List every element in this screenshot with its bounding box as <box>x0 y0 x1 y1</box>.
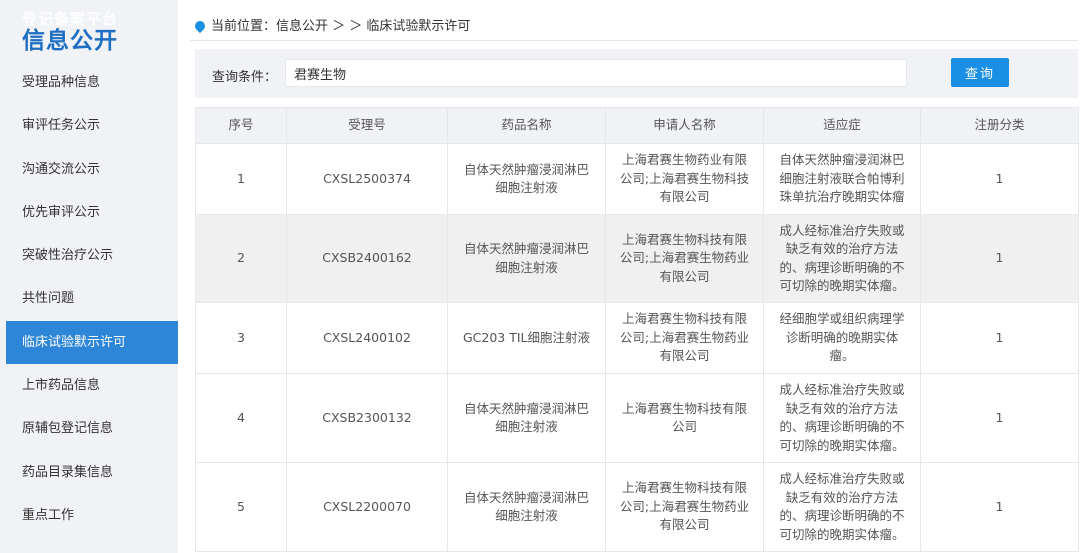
table-row: 2 CXSB2400162 自体天然肿瘤浸润淋巴细胞注射液 上海君赛生物科技有限… <box>195 214 1079 303</box>
cell-applicant: 上海君赛生物药业有限公司;上海君赛生物科技有限公司 <box>605 143 764 215</box>
sidebar-title: 信息公开 <box>22 28 118 54</box>
sidebar-item-drug-catalog[interactable]: 药品目录集信息 <box>0 451 178 494</box>
cell-no: 3 <box>195 302 287 374</box>
sidebar-item-key-work[interactable]: 重点工作 <box>0 494 178 537</box>
cell-category: 1 <box>920 214 1079 303</box>
cell-accept-no: CXSL2400102 <box>286 302 448 374</box>
column-header-category: 注册分类 <box>920 107 1079 144</box>
sidebar: 登记备案平台 信息公开 受理品种信息 审评任务公示 沟通交流公示 优先审评公示 … <box>0 0 178 553</box>
cell-category: 1 <box>920 373 1079 463</box>
search-bar: 查询条件： 查询 <box>195 49 1078 98</box>
column-header-drug-name: 药品名称 <box>447 107 606 144</box>
cell-no: 5 <box>195 462 287 552</box>
cell-category: 1 <box>920 462 1079 552</box>
column-header-indication: 适应症 <box>763 107 921 144</box>
sidebar-item-priority-review[interactable]: 优先审评公示 <box>0 191 178 234</box>
cell-indication: 成人经标准治疗失败或缺乏有效的治疗方法的、病理诊断明确的不可切除的晚期实体瘤。 <box>763 373 921 463</box>
table-row: 5 CXSL2200070 自体天然肿瘤浸润淋巴细胞注射液 上海君赛生物科技有限… <box>195 462 1079 552</box>
table-header-row: 序号 受理号 药品名称 申请人名称 适应症 注册分类 <box>195 107 1079 144</box>
table-row: 1 CXSL2500374 自体天然肿瘤浸润淋巴细胞注射液 上海君赛生物药业有限… <box>195 143 1079 215</box>
cell-accept-no: CXSL2200070 <box>286 462 448 552</box>
cell-no: 2 <box>195 214 287 303</box>
search-button[interactable]: 查询 <box>951 58 1009 87</box>
cell-applicant: 上海君赛生物科技有限公司;上海君赛生物药业有限公司 <box>605 462 764 552</box>
sidebar-item-accepted-varieties[interactable]: 受理品种信息 <box>0 61 178 104</box>
cell-indication: 成人经标准治疗失败或缺乏有效的治疗方法的、病理诊断明确的不可切除的晚期实体瘤。 <box>763 214 921 303</box>
results-table: 序号 受理号 药品名称 申请人名称 适应症 注册分类 1 CXSL2500374… <box>195 107 1079 552</box>
cell-drug-name: GC203 TIL细胞注射液 <box>447 302 606 374</box>
cell-drug-name: 自体天然肿瘤浸润淋巴细胞注射液 <box>447 214 606 303</box>
breadcrumb: 当前位置：信息公开 ＞ ＞ 临床试验默示许可 <box>192 15 471 34</box>
column-header-applicant: 申请人名称 <box>605 107 764 144</box>
sidebar-menu: 受理品种信息 审评任务公示 沟通交流公示 优先审评公示 突破性治疗公示 共性问题… <box>0 61 178 537</box>
main-content: 当前位置：信息公开 ＞ ＞ 临床试验默示许可 查询条件： 查询 序号 受理号 药… <box>190 0 1079 553</box>
location-pin-icon <box>192 18 208 34</box>
cell-indication: 自体天然肿瘤浸润淋巴细胞注射液联合帕博利珠单抗治疗晚期实体瘤 <box>763 143 921 215</box>
sidebar-item-common-issues[interactable]: 共性问题 <box>0 277 178 320</box>
cell-accept-no: CXSB2300132 <box>286 373 448 463</box>
sidebar-item-communication[interactable]: 沟通交流公示 <box>0 148 178 191</box>
cell-applicant: 上海君赛生物科技有限公司;上海君赛生物药业有限公司 <box>605 302 764 374</box>
table-row: 3 CXSL2400102 GC203 TIL细胞注射液 上海君赛生物科技有限公… <box>195 302 1079 374</box>
cell-accept-no: CXSL2500374 <box>286 143 448 215</box>
cell-no: 1 <box>195 143 287 215</box>
cell-drug-name: 自体天然肿瘤浸润淋巴细胞注射液 <box>447 462 606 552</box>
cell-applicant: 上海君赛生物科技有限公司;上海君赛生物药业有限公司 <box>605 214 764 303</box>
cell-applicant: 上海君赛生物科技有限公司 <box>605 373 764 463</box>
cell-indication: 经细胞学或组织病理学诊断明确的晚期实体瘤。 <box>763 302 921 374</box>
cell-no: 4 <box>195 373 287 463</box>
cell-drug-name: 自体天然肿瘤浸润淋巴细胞注射液 <box>447 373 606 463</box>
sidebar-item-clinical-trial-implied-permission[interactable]: 临床试验默示许可 <box>6 320 178 365</box>
column-header-accept-no: 受理号 <box>286 107 448 144</box>
cell-category: 1 <box>920 143 1079 215</box>
sidebar-item-excipient-registration[interactable]: 原辅包登记信息 <box>0 407 178 450</box>
cell-indication: 成人经标准治疗失败或缺乏有效的治疗方法的、病理诊断明确的不可切除的晚期实体瘤。 <box>763 462 921 552</box>
cell-category: 1 <box>920 302 1079 374</box>
divider <box>190 40 1078 41</box>
column-header-no: 序号 <box>195 107 287 144</box>
search-input[interactable] <box>285 59 907 87</box>
table-row: 4 CXSB2300132 自体天然肿瘤浸润淋巴细胞注射液 上海君赛生物科技有限… <box>195 373 1079 463</box>
cell-accept-no: CXSB2400162 <box>286 214 448 303</box>
sidebar-item-review-tasks[interactable]: 审评任务公示 <box>0 104 178 147</box>
sidebar-item-breakthrough-therapy[interactable]: 突破性治疗公示 <box>0 234 178 277</box>
breadcrumb-text: 当前位置：信息公开 ＞ ＞ 临床试验默示许可 <box>211 19 471 34</box>
search-label: 查询条件： <box>212 70 278 85</box>
sidebar-item-marketed-drugs[interactable]: 上市药品信息 <box>0 364 178 407</box>
cell-drug-name: 自体天然肿瘤浸润淋巴细胞注射液 <box>447 143 606 215</box>
